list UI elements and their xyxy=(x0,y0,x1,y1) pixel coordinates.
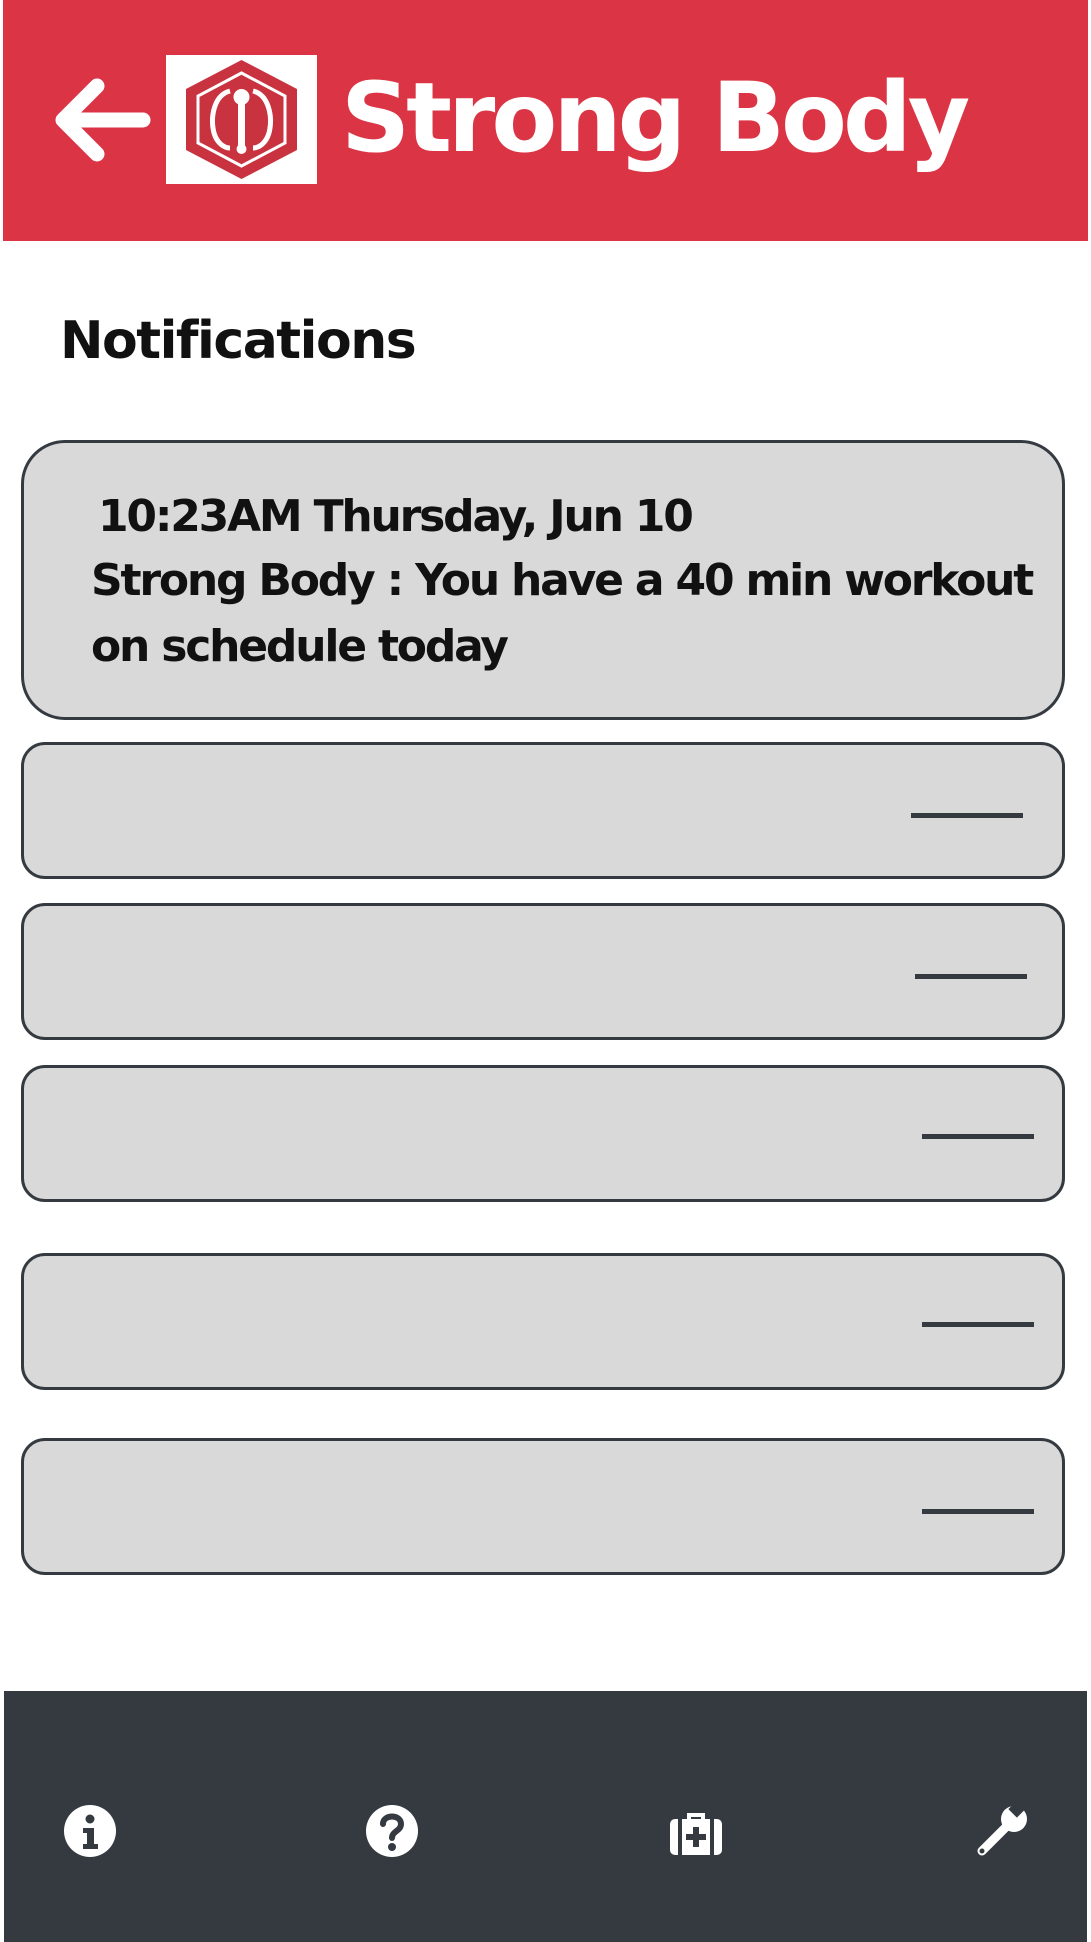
app-header: Strong Body xyxy=(3,0,1088,241)
settings-button[interactable] xyxy=(960,1791,1040,1871)
page-title: Notifications xyxy=(60,311,417,371)
dismiss-line-icon[interactable] xyxy=(922,1312,1034,1338)
notification-card-empty[interactable] xyxy=(21,1253,1065,1390)
back-button[interactable] xyxy=(53,72,153,172)
dismiss-line-icon[interactable] xyxy=(922,1124,1034,1150)
info-icon xyxy=(64,1805,116,1857)
notification-card-empty[interactable] xyxy=(21,742,1065,879)
strong-body-logo xyxy=(186,60,297,179)
dismiss-line-icon[interactable] xyxy=(911,803,1023,829)
bottom-navigation xyxy=(4,1691,1087,1942)
dismiss-line-icon[interactable] xyxy=(922,1499,1034,1525)
app-logo xyxy=(166,55,317,184)
app-title: Strong Body xyxy=(341,62,970,174)
help-button[interactable] xyxy=(352,1791,432,1871)
notification-message: Strong Body : You have a 40 min workout … xyxy=(91,555,1034,672)
notification-time: 10:23AM Thursday, Jun 10 xyxy=(98,491,694,542)
first-aid-kit-icon xyxy=(670,1813,722,1855)
info-button[interactable] xyxy=(50,1791,130,1871)
notification-card-empty[interactable] xyxy=(21,1065,1065,1202)
arrow-left-icon xyxy=(55,78,151,162)
notification-card-empty[interactable] xyxy=(21,1438,1065,1575)
dismiss-line-icon[interactable] xyxy=(915,964,1027,990)
notification-card-empty[interactable] xyxy=(21,903,1065,1040)
help-icon xyxy=(366,1805,418,1857)
notification-card[interactable]: 10:23AM Thursday, Jun 10 Strong Body : Y… xyxy=(21,440,1065,720)
health-button[interactable] xyxy=(656,1791,736,1871)
wrench-icon xyxy=(977,1796,1030,1856)
